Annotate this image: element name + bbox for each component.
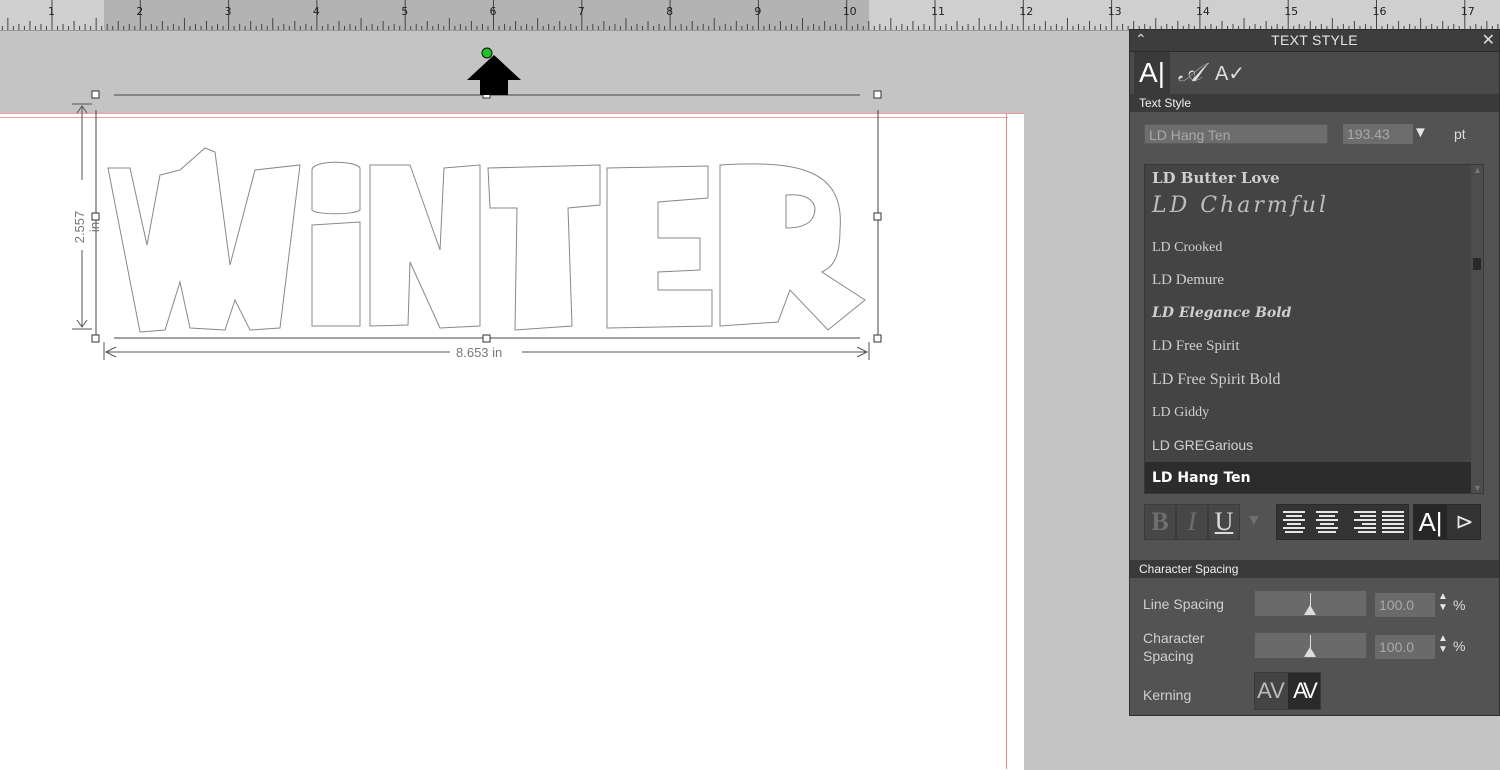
line-spacing-input[interactable]: 100.0 xyxy=(1375,593,1435,617)
scrollbar-thumb[interactable] xyxy=(1473,258,1481,270)
kerning-off-button[interactable]: AV xyxy=(1255,673,1287,709)
font-size-dropdown-icon[interactable]: ▼ xyxy=(1413,124,1428,141)
height-dimension-label: 2.557 in xyxy=(72,210,102,244)
letter-e xyxy=(606,165,713,329)
ruler-number: 15 xyxy=(1284,5,1299,18)
line-spacing-slider[interactable] xyxy=(1254,590,1367,617)
underline-dropdown-icon[interactable]: ▼ xyxy=(1246,512,1262,530)
text-on-path-icon[interactable]: ⊳ xyxy=(1448,505,1481,539)
panel-title: TEXT STYLE xyxy=(1271,32,1358,48)
font-list-item[interactable]: LD Elegance Bold xyxy=(1145,297,1483,330)
ruler-number: 14 xyxy=(1195,5,1210,18)
letter-i-stem xyxy=(311,221,361,327)
text-style-header: Text Style xyxy=(1130,94,1499,112)
font-list-item[interactable]: LD Giddy xyxy=(1145,396,1483,429)
text-effects-tab[interactable]: 𝒜 xyxy=(1172,52,1208,94)
alignment-group xyxy=(1276,504,1409,540)
design-canvas[interactable] xyxy=(0,0,1130,769)
selection-box xyxy=(95,94,879,339)
handle-top-right xyxy=(873,90,882,99)
handle-top-left xyxy=(91,90,100,99)
line-spacing-stepper-icon[interactable]: ▲ ▼ xyxy=(1438,591,1448,613)
font-list-item-selected[interactable]: LD Hang Ten xyxy=(1145,462,1483,493)
underline-button[interactable]: U xyxy=(1208,504,1240,540)
scroll-up-icon[interactable]: ▲ xyxy=(1473,165,1482,175)
align-right-icon[interactable] xyxy=(1344,505,1380,539)
text-effects-icon: 𝒜 xyxy=(1177,57,1203,88)
ruler-number: 16 xyxy=(1372,5,1387,18)
handle-bottom-left xyxy=(91,334,100,343)
font-list-item[interactable]: LD Charmful xyxy=(1145,191,1483,231)
slider-knob xyxy=(1304,605,1316,615)
scroll-down-icon[interactable]: ▼ xyxy=(1473,483,1482,493)
text-style-tab[interactable]: A| xyxy=(1134,52,1170,94)
horizontal-text-icon[interactable]: A| xyxy=(1414,505,1447,539)
font-list[interactable]: LD Butter Love LD Charmful LD Crooked LD… xyxy=(1144,164,1484,494)
handle-middle-right xyxy=(873,212,882,221)
move-cursor-icon xyxy=(467,55,521,95)
font-list-item[interactable]: LD Demure xyxy=(1145,264,1483,297)
character-spacing-input[interactable]: 100.0 xyxy=(1375,635,1435,659)
font-list-item[interactable]: LD Butter Love xyxy=(1145,165,1483,191)
character-spacing-unit: % xyxy=(1453,638,1466,654)
panel-title-bar[interactable]: ⌃ TEXT STYLE ✕ xyxy=(1130,30,1499,52)
rotation-handle xyxy=(481,47,493,59)
kerning-toggle[interactable]: AV AV xyxy=(1254,672,1321,710)
panel-tabs: A| 𝒜 A✓ xyxy=(1130,52,1499,94)
align-center-icon[interactable] xyxy=(1311,505,1343,539)
handle-bottom-right xyxy=(873,334,882,343)
spelling-tab[interactable]: A✓ xyxy=(1212,52,1248,94)
font-size-unit: pt xyxy=(1454,126,1466,142)
text-style-icon: A| xyxy=(1139,57,1165,88)
close-icon[interactable]: ✕ xyxy=(1482,30,1495,50)
kerning-on-button[interactable]: AV xyxy=(1288,673,1320,709)
winter-text-outline xyxy=(107,147,866,333)
letter-w xyxy=(107,147,301,333)
character-spacing-label: Character Spacing xyxy=(1143,630,1205,664)
handle-bottom-center xyxy=(482,334,491,343)
ruler-number: 17 xyxy=(1460,5,1475,18)
resize-handles xyxy=(91,90,882,343)
character-spacing-slider[interactable] xyxy=(1254,632,1367,659)
width-dimension-label: 8.653 in xyxy=(453,345,506,360)
font-list-item[interactable]: LD Free Spirit Bold xyxy=(1145,363,1483,396)
format-toolbar: B I U ▼ A| ⊳ xyxy=(1144,504,1484,542)
italic-button[interactable]: I xyxy=(1176,504,1208,540)
character-spacing-stepper-icon[interactable]: ▲ ▼ xyxy=(1438,633,1448,655)
line-spacing-label: Line Spacing xyxy=(1143,596,1224,612)
text-direction-group: A| ⊳ xyxy=(1413,504,1481,540)
character-spacing-section: Character Spacing Line Spacing 100.0 ▲ ▼ … xyxy=(1130,560,1499,710)
font-size-input[interactable]: 193.43 xyxy=(1343,124,1413,144)
align-left-icon[interactable] xyxy=(1278,505,1310,539)
letter-r xyxy=(719,163,866,331)
font-name-input[interactable]: LD Hang Ten xyxy=(1144,124,1328,144)
font-list-item[interactable]: LD Crooked xyxy=(1145,231,1483,264)
letter-n xyxy=(369,164,481,329)
font-list-item[interactable]: LD Free Spirit xyxy=(1145,330,1483,363)
letter-i-dot xyxy=(311,161,361,215)
text-style-panel: ⌃ TEXT STYLE ✕ A| 𝒜 A✓ Text Style LD Han… xyxy=(1129,29,1500,716)
justify-icon[interactable] xyxy=(1377,505,1409,539)
font-list-scrollbar[interactable]: ▲ ▼ xyxy=(1471,165,1483,493)
font-controls: LD Hang Ten 193.43 ▼ pt xyxy=(1130,112,1499,156)
font-list-item[interactable]: LD GREGarious xyxy=(1145,429,1483,462)
spelling-icon: A✓ xyxy=(1214,62,1246,85)
line-spacing-unit: % xyxy=(1453,597,1466,613)
letter-t xyxy=(487,164,601,331)
kerning-label: Kerning xyxy=(1143,687,1192,703)
bold-button[interactable]: B xyxy=(1144,504,1176,540)
character-spacing-header: Character Spacing xyxy=(1130,560,1499,578)
slider-knob xyxy=(1304,647,1316,657)
